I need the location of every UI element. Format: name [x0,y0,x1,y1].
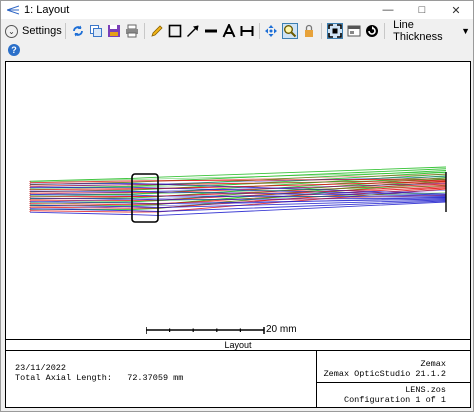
copy-icon[interactable] [89,23,103,39]
axial-length-value: 72.37059 mm [127,373,184,383]
rotate-icon[interactable] [365,23,379,39]
save-icon[interactable] [107,23,121,39]
layout-plot[interactable]: 20 mm Layout 23/11/2022 Total Axial Leng… [5,61,471,408]
toolbar-separator [258,23,260,39]
print-icon[interactable] [125,23,139,39]
toolbar-separator [64,23,66,39]
refresh-icon[interactable] [71,23,85,39]
lock-icon[interactable] [302,23,316,39]
close-button[interactable]: ✕ [439,1,473,19]
file-info: LENS.zos Configuration 1 of 1 [317,383,470,405]
line-thickness-label: Line Thickness [393,19,443,43]
date-text: 23/11/2022 [15,363,67,373]
arrow-icon[interactable] [186,23,200,39]
product-text: Zemax OpticStudio 21.1.2 [323,369,446,379]
scale-bar-label: 20 mm [266,324,297,335]
toolbar-separator [384,23,386,39]
line-icon[interactable] [204,23,218,39]
info-panel: 23/11/2022 Total Axial Length: 72.37059 … [6,351,316,407]
chevron-down-icon: ▼ [461,26,471,36]
title-bar[interactable]: 1: Layout — □ ✕ [1,1,473,19]
axial-length-row: Total Axial Length: 72.37059 mm [15,373,316,383]
dimension-icon[interactable] [240,23,254,39]
help-icon[interactable]: ? [8,44,20,56]
pencil-icon[interactable] [150,23,164,39]
toolbar-separator [321,23,323,39]
help-row: ? [1,42,473,58]
company-text: Zemax [420,359,446,369]
window-title: 1: Layout [24,4,70,16]
settings-button[interactable]: ⌄ Settings [5,21,62,41]
line-thickness-dropdown[interactable]: Line Thickness ▼ [390,19,473,43]
toolbar: ⌄ Settings Line Thickness ▼ [1,19,473,43]
scale-bar [146,327,265,334]
file-name-text: LENS.zos [405,385,446,395]
move-icon[interactable] [264,23,278,39]
plot-caption: Layout [6,339,470,351]
text-icon[interactable] [222,23,236,39]
toolbar-separator [143,23,145,39]
fit-icon[interactable] [327,23,344,39]
configuration-text: Configuration 1 of 1 [343,395,446,405]
window-icon[interactable] [347,23,361,39]
zoom-icon[interactable] [282,23,299,39]
layout-window: 1: Layout — □ ✕ ⌄ Settings Line Thicknes… [0,0,474,412]
settings-label: Settings [22,25,62,37]
layout-window-icon [6,5,20,15]
info-panel-right: Zemax Zemax OpticStudio 21.1.2 LENS.zos … [316,351,470,407]
chevron-down-icon: ⌄ [5,24,18,38]
axial-length-label: Total Axial Length: [15,373,112,383]
ray-trace-drawing [29,166,447,223]
software-info: Zemax Zemax OpticStudio 21.1.2 [317,351,470,383]
maximize-button[interactable]: □ [405,1,439,19]
minimize-button[interactable]: — [371,1,405,19]
rectangle-icon[interactable] [168,23,182,39]
